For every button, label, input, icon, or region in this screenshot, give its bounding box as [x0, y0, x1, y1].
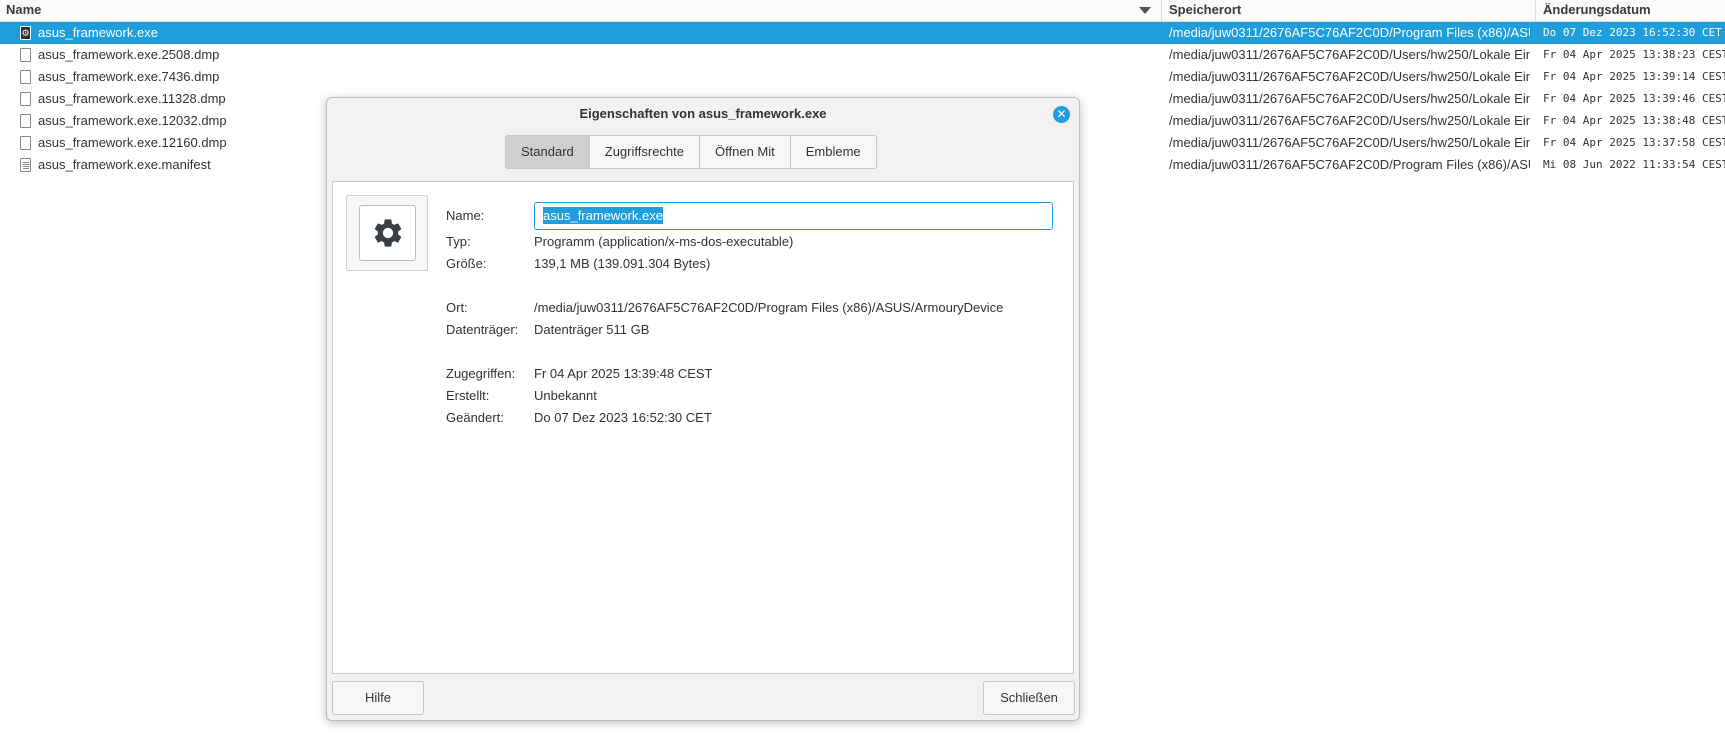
file-name: asus_framework.exe.manifest — [38, 157, 211, 172]
sort-descending-icon[interactable] — [1139, 7, 1151, 14]
file-location: /media/juw0311/2676AF5C76AF2C0D/Users/hw… — [1169, 69, 1530, 84]
close-icon[interactable]: ✕ — [1053, 106, 1070, 123]
file-date: Fr 04 Apr 2025 13:38:23 CEST — [1543, 48, 1725, 61]
tab-permissions[interactable]: Zugriffsrechte — [590, 136, 701, 168]
column-header-name[interactable]: Name — [0, 0, 1162, 21]
properties-panel: Name: asus_framework.exe Typ: Programm (… — [332, 181, 1074, 674]
file-date: Fr 04 Apr 2025 13:38:48 CEST — [1543, 114, 1725, 127]
file-icon — [20, 70, 31, 84]
file-name: asus_framework.exe.2508.dmp — [38, 47, 220, 62]
accessed-value: Fr 04 Apr 2025 13:39:48 CEST — [534, 366, 713, 381]
tab-bar: Standard Zugriffsrechte Öffnen Mit Emble… — [505, 135, 877, 169]
file-name: asus_framework.exe.12160.dmp — [38, 135, 227, 150]
file-list-header: Name Speicherort Änderungsdatum — [0, 0, 1725, 22]
created-label: Erstellt: — [446, 388, 490, 403]
file-icon-button[interactable] — [346, 195, 428, 271]
file-icon-preview — [359, 205, 416, 261]
size-label: Größe: — [446, 256, 487, 271]
tab-open-with[interactable]: Öffnen Mit — [700, 136, 791, 168]
file-location: /media/juw0311/2676AF5C76AF2C0D/Users/hw… — [1169, 113, 1530, 128]
help-button[interactable]: Hilfe — [332, 681, 424, 715]
name-field[interactable]: asus_framework.exe — [534, 202, 1053, 230]
file-row[interactable]: asus_framework.exe.7436.dmp /media/juw03… — [0, 66, 1725, 88]
modified-value: Do 07 Dez 2023 16:52:30 CET — [534, 410, 712, 425]
type-value: Programm (application/x-ms-dos-executabl… — [534, 234, 794, 249]
location-label: Ort: — [446, 300, 468, 315]
tab-standard[interactable]: Standard — [506, 136, 590, 168]
name-field-value[interactable]: asus_framework.exe — [543, 207, 663, 224]
accessed-label: Zugegriffen: — [446, 366, 516, 381]
close-button[interactable]: Schließen — [983, 681, 1075, 715]
file-location: /media/juw0311/2676AF5C76AF2C0D/Users/hw… — [1169, 47, 1530, 62]
file-name: asus_framework.exe.7436.dmp — [38, 69, 220, 84]
volume-value: Datenträger 511 GB — [534, 322, 650, 337]
modified-label: Geändert: — [446, 410, 504, 425]
created-value: Unbekannt — [534, 388, 597, 403]
file-icon — [20, 114, 31, 128]
text-file-icon — [20, 158, 31, 172]
file-date: Mi 08 Jun 2022 11:33:54 CEST — [1543, 158, 1725, 171]
file-row[interactable]: ⚙ asus_framework.exe /media/juw0311/2676… — [0, 22, 1725, 44]
file-name: asus_framework.exe — [38, 25, 158, 40]
type-label: Typ: — [446, 234, 471, 249]
file-location: /media/juw0311/2676AF5C76AF2C0D/Users/hw… — [1169, 135, 1530, 150]
file-location: /media/juw0311/2676AF5C76AF2C0D/Users/hw… — [1169, 91, 1530, 106]
file-icon — [20, 136, 31, 150]
column-header-location[interactable]: Speicherort — [1163, 0, 1536, 21]
file-icon — [20, 48, 31, 62]
file-icon — [20, 92, 31, 106]
volume-label: Datenträger: — [446, 322, 519, 337]
file-date: Fr 04 Apr 2025 13:37:58 CEST — [1543, 136, 1725, 149]
name-label: Name: — [446, 208, 485, 223]
file-location: /media/juw0311/2676AF5C76AF2C0D/Program … — [1169, 25, 1530, 40]
file-date: Fr 04 Apr 2025 13:39:46 CEST — [1543, 92, 1725, 105]
file-date: Fr 04 Apr 2025 13:39:14 CEST — [1543, 70, 1725, 83]
file-name: asus_framework.exe.11328.dmp — [38, 91, 226, 106]
size-value: 139,1 MB (139.091.304 Bytes) — [534, 256, 711, 271]
properties-dialog: Eigenschaften von asus_framework.exe ✕ S… — [326, 97, 1080, 721]
column-header-modified[interactable]: Änderungsdatum — [1537, 0, 1725, 21]
location-value: /media/juw0311/2676AF5C76AF2C0D/Program … — [534, 300, 1004, 315]
file-name: asus_framework.exe.12032.dmp — [38, 113, 227, 128]
file-row[interactable]: asus_framework.exe.2508.dmp /media/juw03… — [0, 44, 1725, 66]
executable-icon: ⚙ — [20, 26, 31, 40]
file-location: /media/juw0311/2676AF5C76AF2C0D/Program … — [1169, 157, 1530, 172]
dialog-title[interactable]: Eigenschaften von asus_framework.exe — [327, 98, 1079, 128]
tab-emblems[interactable]: Embleme — [791, 136, 876, 168]
file-date: Do 07 Dez 2023 16:52:30 CET — [1543, 26, 1722, 39]
gear-icon — [374, 219, 401, 247]
